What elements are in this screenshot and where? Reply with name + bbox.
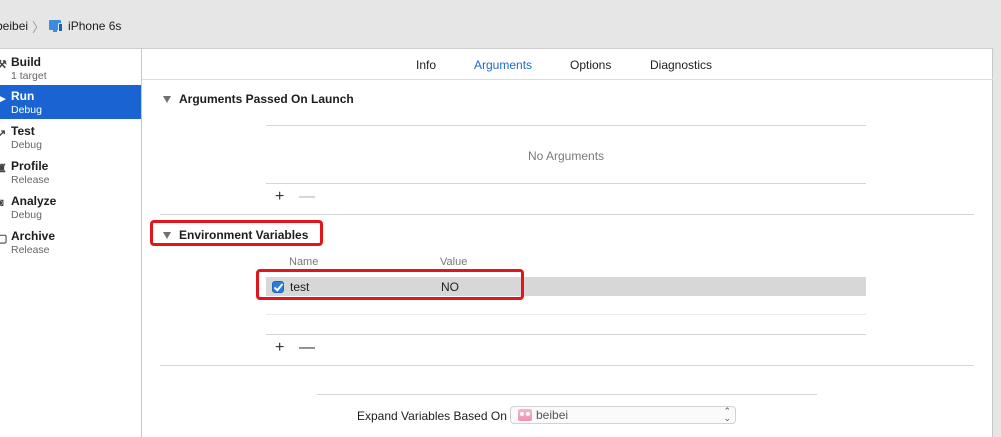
arguments-section-title: Arguments Passed On Launch xyxy=(179,92,354,106)
expand-variables-popup[interactable]: beibei ⌃ ⌄ xyxy=(510,406,736,424)
env-row-divider xyxy=(266,314,866,315)
sidebar-item-subtitle: Debug xyxy=(11,209,42,221)
sidebar-item-analyze[interactable]: ◙ Analyze Debug xyxy=(0,190,141,224)
scheme-action-sidebar: ⚒ Build 1 target ▶ Run Debug ↗ Test Debu… xyxy=(0,48,142,437)
chevron-updown-icon: ⌃ ⌄ xyxy=(723,406,731,423)
sidebar-item-subtitle: Release xyxy=(11,174,50,186)
analyze-icon: ◙ xyxy=(0,197,4,209)
app-icon xyxy=(518,409,532,421)
sidebar-item-archive[interactable]: ▢ Archive Release xyxy=(0,225,141,259)
arguments-table-bottom-divider xyxy=(266,183,866,184)
sidebar-item-title: Analyze xyxy=(11,194,57,208)
no-arguments-text: No Arguments xyxy=(528,149,605,163)
sidebar-item-test[interactable]: ↗ Test Debug xyxy=(0,120,141,154)
archive-icon: ▢ xyxy=(0,233,8,245)
remove-variable-button[interactable]: — xyxy=(299,340,315,356)
sidebar-item-subtitle: 1 target xyxy=(11,70,47,82)
sidebar-item-title: Test xyxy=(11,124,35,138)
expand-variables-selected: beibei xyxy=(536,408,569,422)
wrench-icon: ↗ xyxy=(0,128,7,140)
sidebar-item-title: Profile xyxy=(11,159,49,173)
expand-variables-label: Expand Variables Based On xyxy=(357,409,507,423)
play-icon: ▶ xyxy=(0,93,6,105)
scheme-editor-content: Info Arguments Options Diagnostics Argum… xyxy=(142,48,993,437)
sidebar-item-title: Archive xyxy=(11,229,56,243)
section-divider xyxy=(160,214,974,215)
highlight-box-env-row xyxy=(256,269,524,300)
toolbar: beibei 〉 iPhone 6s xyxy=(0,0,1001,48)
tab-info[interactable]: Info xyxy=(416,58,436,72)
add-variable-button[interactable]: + xyxy=(275,340,284,356)
breadcrumb-device[interactable]: iPhone 6s xyxy=(68,19,121,33)
env-column-name[interactable]: Name xyxy=(289,256,318,268)
instruments-icon: ♜ xyxy=(0,163,7,175)
breadcrumb-scheme[interactable]: beibei xyxy=(0,19,28,33)
breadcrumb: beibei 〉 iPhone 6s xyxy=(0,18,121,35)
env-column-value[interactable]: Value xyxy=(440,256,467,268)
tab-diagnostics[interactable]: Diagnostics xyxy=(650,58,712,72)
expand-divider xyxy=(317,394,817,395)
disclosure-triangle-icon[interactable] xyxy=(163,95,171,103)
remove-argument-button[interactable]: — xyxy=(299,189,315,205)
tab-arguments[interactable]: Arguments xyxy=(474,58,532,72)
sidebar-item-subtitle: Debug xyxy=(11,104,42,116)
sidebar-item-run[interactable]: ▶ Run Debug xyxy=(0,85,141,119)
sidebar-item-subtitle: Release xyxy=(11,244,50,256)
sidebar-item-subtitle: Debug xyxy=(11,139,42,151)
hammer-icon: ⚒ xyxy=(0,59,7,71)
sidebar-item-build[interactable]: ⚒ Build 1 target xyxy=(0,51,141,85)
sidebar-item-title: Build xyxy=(11,55,41,69)
add-argument-button[interactable]: + xyxy=(275,189,284,205)
section-divider xyxy=(160,365,974,366)
tab-bar: Info Arguments Options Diagnostics xyxy=(142,49,993,80)
sidebar-item-profile[interactable]: ♜ Profile Release xyxy=(0,155,141,189)
breadcrumb-separator: 〉 xyxy=(32,19,46,35)
tab-options[interactable]: Options xyxy=(570,58,611,72)
arguments-table-top-divider xyxy=(266,125,866,126)
sidebar-item-title: Run xyxy=(11,89,35,103)
arguments-section-header[interactable]: Arguments Passed On Launch xyxy=(163,92,354,106)
device-icon xyxy=(49,20,64,32)
highlight-box-environment-title xyxy=(150,220,323,246)
env-table-bottom-divider xyxy=(266,334,866,335)
